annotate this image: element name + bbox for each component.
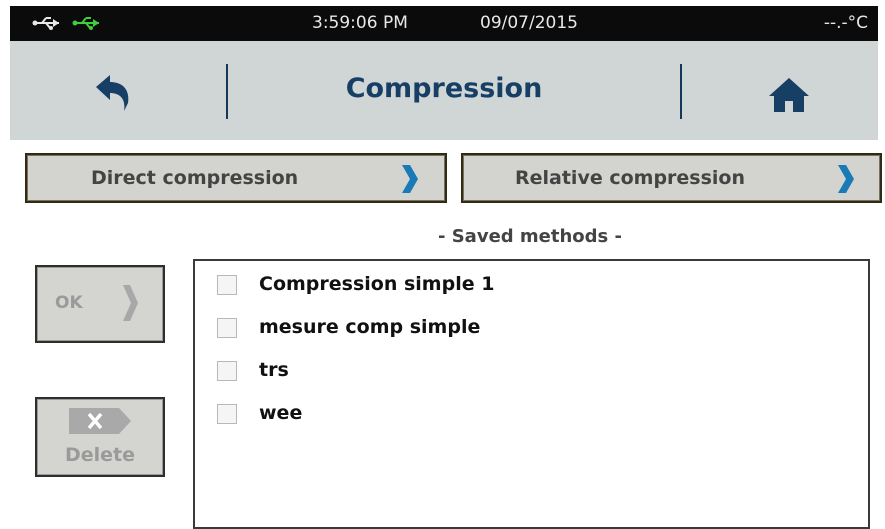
method-checkbox[interactable]	[217, 275, 237, 295]
saved-methods-title: - Saved methods -	[437, 226, 623, 247]
status-time: 3:59:06 PM	[312, 13, 408, 33]
method-checkbox[interactable]	[217, 361, 237, 381]
delete-x-icon	[69, 408, 131, 434]
relative-compression-button[interactable]: Relative compression	[461, 153, 882, 203]
saved-methods-list: Compression simple 1 mesure comp simple …	[193, 259, 870, 529]
chevron-right-icon	[838, 165, 854, 193]
method-checkbox[interactable]	[217, 318, 237, 338]
status-bar: 3:59:06 PM 09/07/2015 --.-°C	[10, 6, 878, 41]
method-name: mesure comp simple	[259, 316, 481, 338]
method-checkbox[interactable]	[217, 404, 237, 424]
delete-label: Delete	[64, 444, 136, 466]
ok-button[interactable]: OK	[35, 265, 165, 343]
method-name: Compression simple 1	[259, 273, 495, 295]
page-title: Compression	[345, 73, 543, 104]
direct-compression-label: Direct compression	[91, 167, 299, 189]
chevron-right-icon	[402, 165, 418, 193]
ok-label: OK	[55, 293, 83, 313]
header-bar: Compression	[10, 41, 878, 140]
status-date: 09/07/2015	[480, 13, 578, 33]
method-name: wee	[259, 402, 303, 424]
chevron-right-icon	[123, 285, 138, 321]
usb-icon	[32, 17, 59, 30]
home-icon[interactable]	[768, 77, 810, 113]
delete-button[interactable]: Delete	[35, 397, 165, 477]
direct-compression-button[interactable]: Direct compression	[25, 153, 447, 203]
usb-connected-icon	[72, 17, 99, 30]
header-divider	[680, 64, 682, 119]
method-name: trs	[259, 359, 289, 381]
relative-compression-label: Relative compression	[515, 167, 746, 189]
status-temperature: --.-°C	[823, 13, 868, 33]
